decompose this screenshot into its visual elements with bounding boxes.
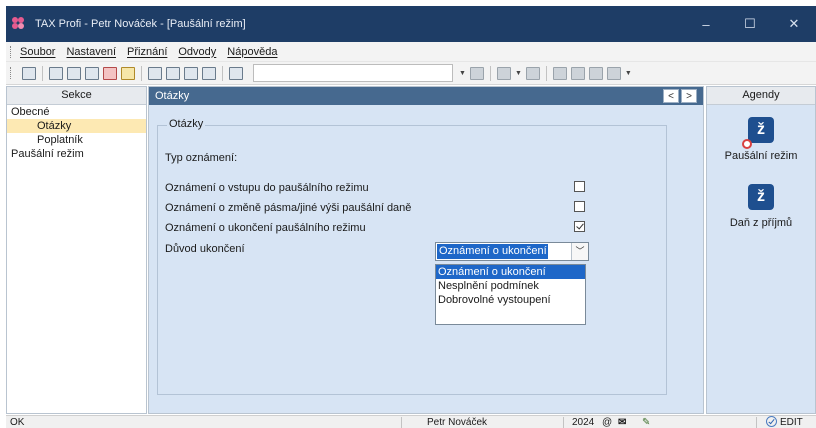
status-bar: OK Petr Nováček 2024 @ ✉ ✎ EDIT — [6, 415, 816, 428]
at-icon: @ — [602, 417, 613, 428]
menu-soubor[interactable]: Soubor — [20, 46, 55, 58]
paste-icon[interactable] — [229, 66, 243, 80]
menu-napoveda[interactable]: Nápověda — [227, 46, 277, 58]
pdf-icon[interactable] — [103, 66, 117, 80]
termination-reason-value: Oznámení o ukončení — [437, 244, 548, 259]
toolbar-separator — [545, 65, 547, 81]
toolbar-separator — [222, 65, 223, 81]
list-icon[interactable] — [588, 66, 603, 80]
window-title: TAX Profi - Petr Nováček - [Paušální rež… — [35, 18, 246, 30]
sections-header: Sekce — [7, 87, 146, 105]
status-separator — [756, 417, 757, 428]
minimize-button[interactable]: – — [684, 6, 728, 42]
maximize-button[interactable]: ☐ — [728, 6, 772, 42]
calculator-icon[interactable] — [525, 66, 540, 80]
chevron-down-icon[interactable]: ﹀ — [571, 243, 588, 260]
questions-group: Otázky — [157, 118, 667, 395]
chevron-down-icon[interactable]: ▼ — [459, 70, 466, 77]
status-separator — [401, 417, 402, 428]
agendas-panel: Agendy ž Paušální režim ž Daň z příjmů — [706, 86, 816, 414]
help-icon[interactable] — [606, 66, 621, 80]
toolbar-separator — [489, 65, 491, 81]
next-button[interactable]: > — [681, 89, 697, 103]
dropdown-option[interactable]: Oznámení o ukončení — [436, 265, 585, 279]
menu-bar: Soubor Nastavení Přiznání Odvody Nápověd… — [6, 42, 816, 62]
flag-badge-icon — [742, 139, 752, 149]
agenda-label: Paušální režim — [724, 150, 798, 162]
question-label-entry: Oznámení o vstupu do paušálního režimu — [165, 182, 369, 194]
filter-icon[interactable] — [469, 66, 484, 80]
tree-item-obecne[interactable]: Obecné — [7, 105, 146, 119]
agendas-header: Agendy — [707, 87, 815, 105]
previous-button[interactable]: < — [663, 89, 679, 103]
sign-icon[interactable]: ✎ — [642, 416, 650, 428]
toolbar-combo[interactable] — [253, 64, 453, 82]
copy-icon[interactable] — [148, 66, 162, 80]
grid-icon[interactable] — [552, 66, 567, 80]
entry-notice-checkbox[interactable] — [574, 181, 585, 192]
agenda-dan-z-prijmu[interactable]: ž Daň z příjmů — [707, 184, 815, 229]
agenda-pausalni-rezim[interactable]: ž Paušální režim — [707, 117, 815, 162]
exit-icon[interactable] — [22, 66, 36, 80]
notice-type-label: Typ oznámení: — [165, 152, 238, 164]
termination-reason-dropdown: Oznámení o ukončení Nesplnění podmínek D… — [435, 264, 586, 325]
title-bar: TAX Profi - Petr Nováček - [Paušální rež… — [6, 6, 816, 42]
termination-notice-checkbox[interactable] — [574, 221, 585, 232]
tax-agenda-icon: ž — [742, 117, 774, 149]
table-icon[interactable] — [570, 66, 585, 80]
menu-nastaveni[interactable]: Nastavení — [66, 46, 116, 58]
chevron-down-icon[interactable]: ▼ — [515, 70, 522, 77]
status-year: 2024 — [572, 417, 595, 428]
edit-mode-text: EDIT — [780, 417, 803, 428]
question-label-change: Oznámení o změně pásma/jiné výši paušáln… — [165, 202, 412, 214]
chevron-down-icon[interactable]: ▼ — [625, 70, 632, 77]
menu-priznani[interactable]: Přiznání — [127, 46, 167, 58]
check-circle-icon — [766, 416, 777, 427]
menu-odvody[interactable]: Odvody — [178, 46, 216, 58]
print-icon[interactable] — [67, 66, 81, 80]
tools-icon[interactable] — [496, 66, 511, 80]
new-document-icon[interactable] — [49, 66, 63, 80]
tree-item-pausalni-rezim[interactable]: Paušální režim — [7, 147, 146, 161]
tree-item-otazky[interactable]: Otázky — [7, 119, 146, 133]
print-preview-icon[interactable] — [85, 66, 99, 80]
close-button[interactable]: ✕ — [772, 6, 816, 42]
edit-mode-indicator: EDIT — [766, 416, 803, 428]
edit-icon[interactable] — [166, 66, 180, 80]
toolbar-separator — [141, 65, 142, 81]
mail-icon[interactable]: ✉ — [618, 416, 626, 428]
save-icon[interactable] — [184, 66, 198, 80]
app-logo-icon — [12, 17, 30, 31]
sections-panel: Sekce Obecné Otázky Poplatník Paušální r… — [6, 86, 147, 414]
termination-reason-select[interactable]: Oznámení o ukončení ﹀ — [435, 242, 589, 261]
toolbar-separator — [42, 65, 43, 81]
export-icon[interactable] — [121, 66, 135, 80]
change-notice-checkbox[interactable] — [574, 201, 585, 212]
status-text: OK — [10, 417, 25, 428]
toolbar-grip[interactable] — [10, 67, 12, 79]
question-label-termination: Oznámení o ukončení paušálního režimu — [165, 222, 366, 234]
dropdown-option[interactable]: Nesplnění podmínek — [436, 279, 585, 293]
save-all-icon[interactable] — [202, 66, 216, 80]
status-user: Petr Nováček — [427, 417, 488, 428]
toolbar: ▼ ▼ ▼ — [6, 62, 816, 85]
agenda-label: Daň z příjmů — [729, 217, 793, 229]
questions-header: Otázky < > — [149, 87, 703, 105]
menu-grip[interactable] — [10, 45, 12, 58]
tree-item-poplatnik[interactable]: Poplatník — [7, 133, 146, 147]
termination-reason-label: Důvod ukončení — [165, 243, 245, 255]
dropdown-option[interactable]: Dobrovolné vystoupení — [436, 293, 585, 307]
group-title: Otázky — [167, 118, 206, 130]
questions-header-title: Otázky — [155, 90, 190, 102]
status-separator — [563, 417, 564, 428]
tax-agenda-icon: ž — [748, 184, 774, 210]
